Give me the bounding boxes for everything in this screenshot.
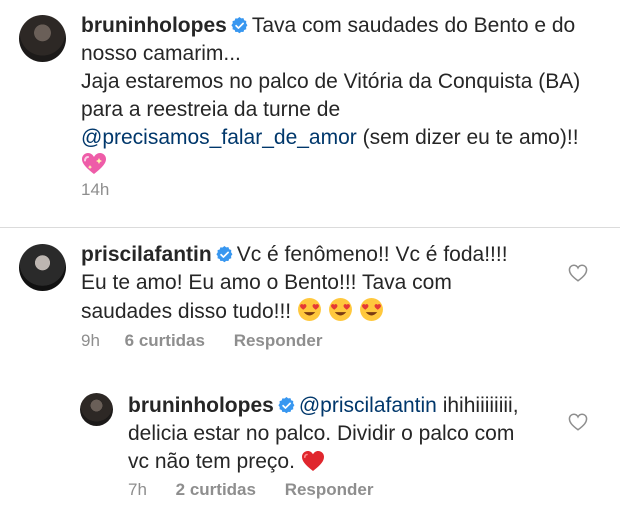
comment-line: (sem dizer eu te amo)!! [356, 126, 579, 149]
heart-eyes-emoji-icon [359, 298, 383, 321]
avatar-bruninholopes[interactable] [80, 393, 113, 426]
verified-badge-icon [278, 397, 295, 414]
like-heart-icon[interactable] [568, 413, 588, 431]
comment-meta-row: 9h 6 curtidas Responder [81, 331, 323, 351]
comment-text: priscilafantin Vc é fenômeno!! Vc é foda!… [81, 241, 551, 326]
comment-line: Vc é fenômeno!! Vc é foda!!!! [236, 243, 508, 266]
verified-badge-icon [231, 17, 248, 34]
like-heart-icon[interactable] [568, 264, 588, 282]
heart-eyes-emoji-icon [328, 298, 352, 321]
likes-count-link[interactable]: 2 curtidas [176, 480, 256, 499]
red-heart-emoji-icon [301, 451, 324, 471]
username[interactable]: bruninholopes [81, 14, 227, 37]
heart-eyes-emoji-icon [298, 298, 321, 321]
comment-line: nosso camarim... [81, 42, 241, 65]
comment-line: para a reestreia da turne de [81, 98, 341, 121]
avatar-bruninholopes[interactable] [19, 15, 66, 62]
comment-time: 9h [81, 331, 100, 350]
comment-line: Eu te amo! Eu amo o Bento!!! Tava com [81, 271, 452, 294]
comment-line: ihihiiiiiiii, [436, 394, 519, 417]
mention-link[interactable]: @precisamos_falar_de_amor [81, 126, 357, 149]
sparkling-heart-emoji-icon [82, 153, 106, 174]
reply-meta-row: 7h 2 curtidas Responder [128, 480, 374, 500]
heart-eyes-emoji-group [297, 298, 384, 323]
reply-button[interactable]: Responder [234, 331, 323, 350]
reply-button[interactable]: Responder [285, 480, 374, 499]
comment-text: bruninholopes Tava com saudades do Bento … [81, 12, 611, 180]
comment-line: saudades disso tudo!!! [81, 300, 292, 323]
mention-link[interactable]: @priscilafantin [299, 394, 437, 417]
reply-text: bruninholopes @priscilafantin ihihiiiiiii… [128, 392, 568, 476]
comment-line: Jaja estaremos no palco de Vitória da Co… [81, 70, 581, 93]
comment-line: delicia estar no palco. Dividir o palco … [128, 422, 515, 445]
likes-count-link[interactable]: 6 curtidas [125, 331, 205, 350]
username[interactable]: bruninholopes [128, 394, 274, 417]
username[interactable]: priscilafantin [81, 243, 212, 266]
comment-line: Tava com saudades do Bento e do [251, 14, 576, 37]
comment-time: 14h [81, 180, 110, 199]
comment-line: vc não tem preço. [128, 450, 295, 473]
avatar-priscilafantin[interactable] [19, 244, 66, 291]
verified-badge-icon [216, 246, 233, 263]
divider [0, 227, 620, 228]
comment-time: 7h [128, 480, 147, 499]
